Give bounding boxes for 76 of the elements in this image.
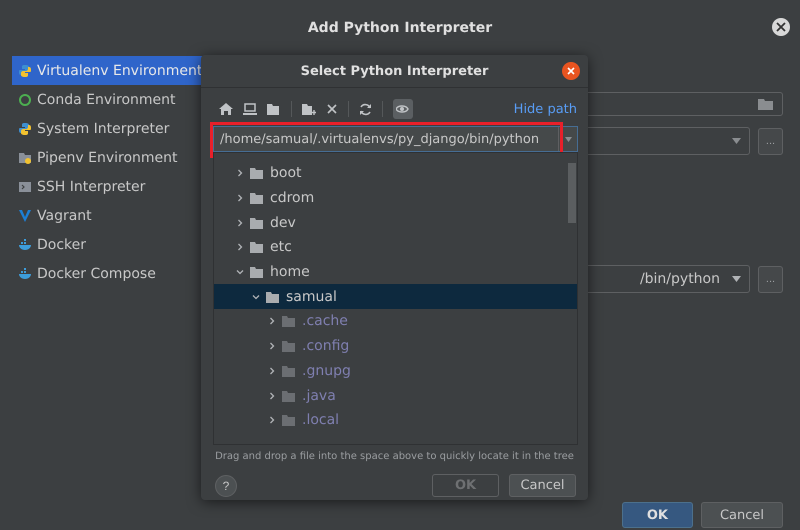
chevron-right-icon [268, 317, 276, 326]
folder-icon [282, 390, 296, 402]
folder-icon [250, 192, 264, 204]
caret-icon [564, 136, 572, 142]
show-hidden-button[interactable] [393, 99, 413, 119]
monitor-icon[interactable] [243, 103, 257, 115]
folder-icon [282, 340, 296, 352]
folder-icon [282, 315, 296, 328]
close-button[interactable] [562, 62, 580, 80]
ok-button[interactable]: OK [622, 502, 693, 528]
path-input-field[interactable]: /home/samual/.virtualenvs/py_django/bin/python [213, 126, 578, 152]
terminal-icon [18, 180, 32, 194]
sidebar-item[interactable]: Vagrant [12, 201, 212, 230]
home-icon[interactable] [219, 103, 233, 115]
folder-icon [758, 98, 774, 110]
folder-icon [250, 167, 264, 180]
tree-item[interactable]: boot [214, 161, 577, 186]
tree-item[interactable]: .gnupg [214, 358, 577, 384]
folder-icon [250, 216, 264, 229]
scrollbar[interactable] [568, 163, 576, 223]
chevron-right-icon [236, 218, 244, 227]
cancel-button[interactable]: Cancel [700, 502, 783, 528]
folder-icon [250, 241, 264, 254]
chevron-right-icon [268, 366, 276, 375]
caret-icon [732, 276, 741, 282]
refresh-icon[interactable] [359, 102, 372, 116]
chevron-right-icon [236, 194, 244, 202]
delete-icon[interactable] [326, 103, 338, 115]
close-icon [567, 67, 575, 75]
sidebar-item[interactable]: Conda Environment [12, 85, 212, 114]
tree-item[interactable]: .java [214, 383, 577, 408]
python-icon [18, 64, 32, 78]
sidebar-item[interactable]: System Interpreter [12, 114, 212, 143]
tree-item[interactable]: dev [214, 210, 577, 236]
whale-icon [18, 266, 32, 280]
chevron-right-icon [268, 392, 276, 400]
hide-path-link[interactable]: Hide path [514, 102, 577, 116]
eye-icon [396, 103, 410, 115]
tree-item[interactable]: home [214, 260, 577, 284]
whale-icon [18, 238, 32, 252]
close-button[interactable] [772, 18, 790, 36]
tree-item[interactable]: .local [214, 408, 577, 433]
chevron-right-icon [268, 416, 276, 424]
folder-icon [18, 150, 32, 164]
folder-icon [266, 290, 280, 303]
folder-icon [250, 266, 264, 278]
close-icon [776, 22, 786, 32]
chevron-right-icon [236, 169, 244, 178]
tree-item[interactable]: etc [214, 235, 577, 260]
sidebar-item[interactable]: Docker [12, 230, 212, 259]
window-title: Add Python Interpreter [308, 20, 492, 36]
cancel-button[interactable]: Cancel [509, 474, 576, 497]
v-logo-icon [18, 208, 32, 222]
tree-item[interactable]: .cache [214, 309, 577, 334]
sidebar-item[interactable]: Docker Compose [12, 259, 212, 288]
tree-item[interactable]: .config [214, 334, 577, 358]
hint-text: Drag and drop a file into the space above to quickly locate it in the tree [214, 451, 575, 462]
ring-icon [18, 92, 32, 106]
folder-icon [282, 364, 296, 377]
new-folder-icon[interactable] [302, 103, 316, 115]
chevron-down-icon [252, 292, 260, 301]
folder-icon[interactable] [267, 103, 281, 115]
browse-button[interactable]: ... [758, 128, 783, 154]
chevron-right-icon [236, 243, 244, 252]
sidebar-item[interactable]: SSH Interpreter [12, 172, 212, 201]
dialog-title: Select Python Interpreter [300, 64, 488, 78]
chevron-right-icon [268, 342, 276, 350]
browse-button[interactable]: ... [758, 266, 783, 292]
sidebar-item[interactable]: Pipenv Environment [12, 143, 212, 172]
folder-icon [282, 414, 296, 426]
python-icon [18, 122, 32, 136]
chevron-down-icon [236, 268, 244, 276]
help-button[interactable]: ? [215, 474, 237, 496]
caret-icon [732, 138, 741, 144]
tree-item[interactable]: samual [214, 284, 577, 310]
tree-item[interactable]: cdrom [214, 186, 577, 210]
